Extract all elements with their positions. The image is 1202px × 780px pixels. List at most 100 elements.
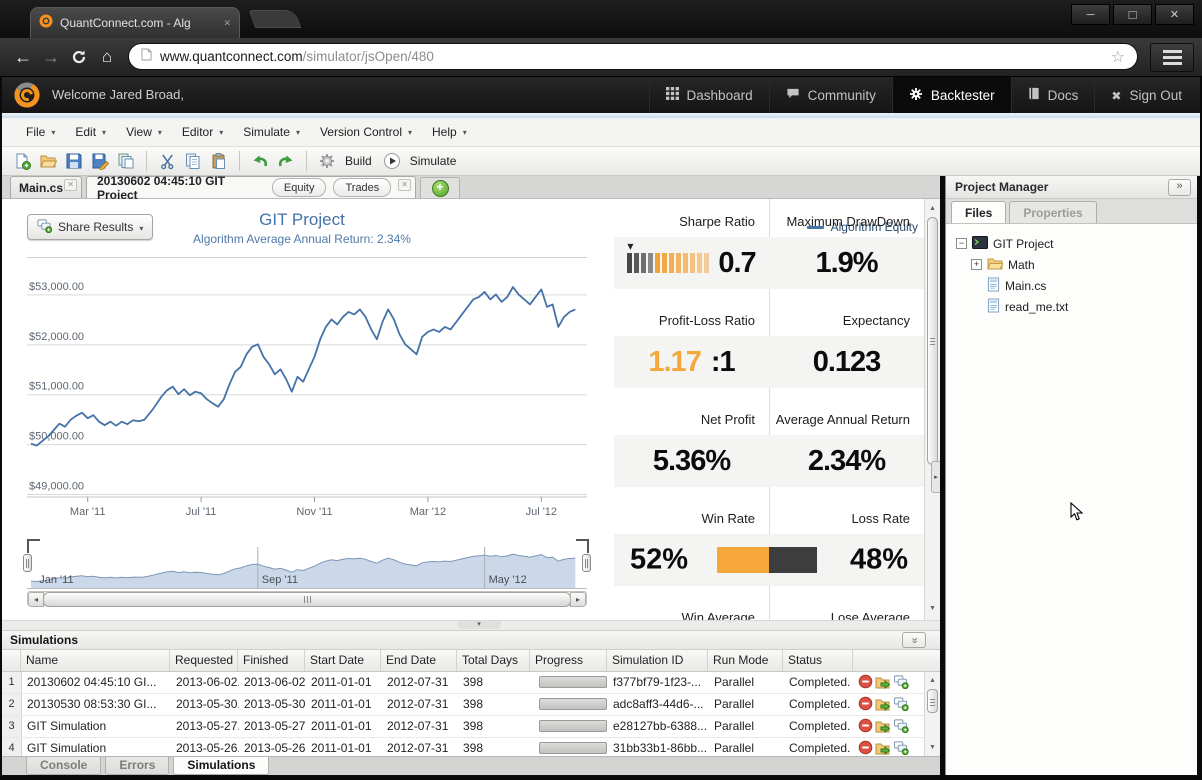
- col-progress[interactable]: Progress: [530, 650, 607, 671]
- tab-close-icon[interactable]: [223, 19, 231, 28]
- scroll-up-icon[interactable]: [925, 201, 940, 216]
- open-simulation-icon[interactable]: [875, 740, 891, 758]
- refresh-button[interactable]: [66, 44, 92, 70]
- paste-icon[interactable]: [209, 151, 229, 171]
- minimize-button[interactable]: [1071, 4, 1110, 25]
- open-simulation-icon[interactable]: [875, 718, 891, 736]
- tree-item-git-project[interactable]: GIT Project: [956, 233, 1197, 254]
- duplicate-icon[interactable]: [116, 151, 136, 171]
- splitter-collapse-handle[interactable]: [457, 621, 501, 629]
- tab-simulations[interactable]: Simulations: [173, 757, 269, 775]
- chart-horizontal-scrollbar[interactable]: [27, 591, 587, 606]
- home-button[interactable]: [94, 44, 120, 70]
- undo-icon[interactable]: [250, 151, 270, 171]
- close-icon[interactable]: [64, 179, 77, 191]
- sidebar-collapse-handle[interactable]: [931, 461, 940, 493]
- url-bar[interactable]: www.quantconnect.com/simulator/jsOpen/48…: [128, 43, 1138, 70]
- scrollbar-thumb[interactable]: [927, 689, 938, 713]
- nav-item-dashboard[interactable]: Dashboard: [649, 77, 769, 113]
- trades-button[interactable]: Trades: [333, 178, 391, 197]
- scroll-down-icon[interactable]: [925, 601, 940, 616]
- tree-item-read-me[interactable]: read_me.txt: [956, 296, 1197, 317]
- simulations-scrollbar[interactable]: [924, 672, 940, 756]
- save-as-icon[interactable]: [90, 151, 110, 171]
- tab-console[interactable]: Console: [26, 757, 101, 775]
- table-row[interactable]: 2 20130530 08:53:30 GI... 2013-05-30... …: [2, 694, 940, 716]
- delete-icon[interactable]: [858, 696, 873, 714]
- col-total-days[interactable]: Total Days: [457, 650, 530, 671]
- table-row[interactable]: 1 20130602 04:45:10 GI... 2013-06-02... …: [2, 672, 940, 694]
- simulate-play-icon[interactable]: [382, 151, 402, 171]
- forward-button[interactable]: [38, 44, 64, 70]
- col-finished[interactable]: Finished: [238, 650, 305, 671]
- scrollbar-thumb[interactable]: [43, 592, 571, 607]
- tab-backtest-result[interactable]: 20130602 04:45:10 GIT Project Equity Tra…: [86, 176, 416, 198]
- nav-item-docs[interactable]: Docs: [1011, 77, 1095, 113]
- col-end-date[interactable]: End Date: [381, 650, 457, 671]
- add-tab-button[interactable]: [432, 180, 449, 197]
- new-file-icon[interactable]: [12, 151, 32, 171]
- close-icon[interactable]: [398, 179, 411, 191]
- collapse-sidebar-button[interactable]: [1168, 179, 1191, 196]
- main-vertical-scrollbar[interactable]: [924, 199, 940, 620]
- new-tab-button[interactable]: [249, 10, 302, 28]
- nav-item-backtester[interactable]: Backtester: [892, 77, 1011, 113]
- tab-errors[interactable]: Errors: [105, 757, 169, 775]
- share-simulation-icon[interactable]: [893, 674, 909, 692]
- share-simulation-icon[interactable]: [893, 740, 909, 758]
- browser-menu-button[interactable]: [1150, 43, 1194, 72]
- delete-icon[interactable]: [858, 740, 873, 758]
- open-file-icon[interactable]: [38, 151, 58, 171]
- expand-node-icon[interactable]: [971, 259, 982, 270]
- share-simulation-icon[interactable]: [893, 718, 909, 736]
- col-run-mode[interactable]: Run Mode: [708, 650, 783, 671]
- delete-icon[interactable]: [858, 674, 873, 692]
- cut-icon[interactable]: [157, 151, 177, 171]
- menu-file[interactable]: File: [16, 125, 65, 139]
- build-gear-icon[interactable]: [317, 151, 337, 171]
- menu-help[interactable]: Help: [422, 125, 477, 139]
- nav-item-sign-out[interactable]: Sign Out: [1094, 77, 1198, 113]
- tab-main-cs[interactable]: Main.cs: [10, 176, 82, 198]
- col-name[interactable]: Name: [21, 650, 170, 671]
- menu-editor[interactable]: Editor: [172, 125, 233, 139]
- collapse-node-icon[interactable]: [956, 238, 967, 249]
- browser-tab[interactable]: QuantConnect.com - Alg: [30, 7, 240, 38]
- redo-icon[interactable]: [276, 151, 296, 171]
- tree-item-math[interactable]: Math: [956, 254, 1197, 275]
- col-start-date[interactable]: Start Date: [305, 650, 381, 671]
- col-status[interactable]: Status: [783, 650, 853, 671]
- simulate-button[interactable]: Simulate: [410, 154, 457, 168]
- scroll-down-icon[interactable]: [925, 740, 940, 755]
- col-simulation-id[interactable]: Simulation ID: [607, 650, 708, 671]
- menu-version-control[interactable]: Version Control: [310, 125, 422, 139]
- menu-simulate[interactable]: Simulate: [233, 125, 310, 139]
- save-icon[interactable]: [64, 151, 84, 171]
- copy-icon[interactable]: [183, 151, 203, 171]
- close-button[interactable]: [1155, 4, 1194, 25]
- menu-edit[interactable]: Edit: [65, 125, 116, 139]
- table-row[interactable]: 3 GIT Simulation 2013-05-27... 2013-05-2…: [2, 716, 940, 738]
- tab-properties[interactable]: Properties: [1009, 201, 1096, 223]
- scroll-up-icon[interactable]: [925, 673, 940, 688]
- navigator-handle-left[interactable]: [23, 554, 32, 572]
- tree-item-main-cs[interactable]: Main.cs: [956, 275, 1197, 296]
- scrollbar-thumb[interactable]: [927, 217, 938, 465]
- delete-icon[interactable]: [858, 718, 873, 736]
- equity-button[interactable]: Equity: [272, 178, 327, 197]
- scroll-right-icon[interactable]: [570, 592, 586, 607]
- tab-files[interactable]: Files: [951, 201, 1006, 223]
- col-requested[interactable]: Requested: [170, 650, 238, 671]
- bookmark-star-icon[interactable]: [1111, 47, 1125, 67]
- horizontal-splitter[interactable]: [2, 620, 940, 630]
- back-button[interactable]: [10, 44, 36, 70]
- open-simulation-icon[interactable]: [875, 674, 891, 692]
- menu-view[interactable]: View: [116, 125, 172, 139]
- scroll-left-icon[interactable]: [28, 592, 44, 607]
- nav-item-community[interactable]: Community: [769, 77, 892, 113]
- maximize-button[interactable]: [1113, 4, 1152, 25]
- navigator-handle-right[interactable]: [582, 554, 591, 572]
- share-simulation-icon[interactable]: [893, 696, 909, 714]
- build-button[interactable]: Build: [345, 154, 372, 168]
- open-simulation-icon[interactable]: [875, 696, 891, 714]
